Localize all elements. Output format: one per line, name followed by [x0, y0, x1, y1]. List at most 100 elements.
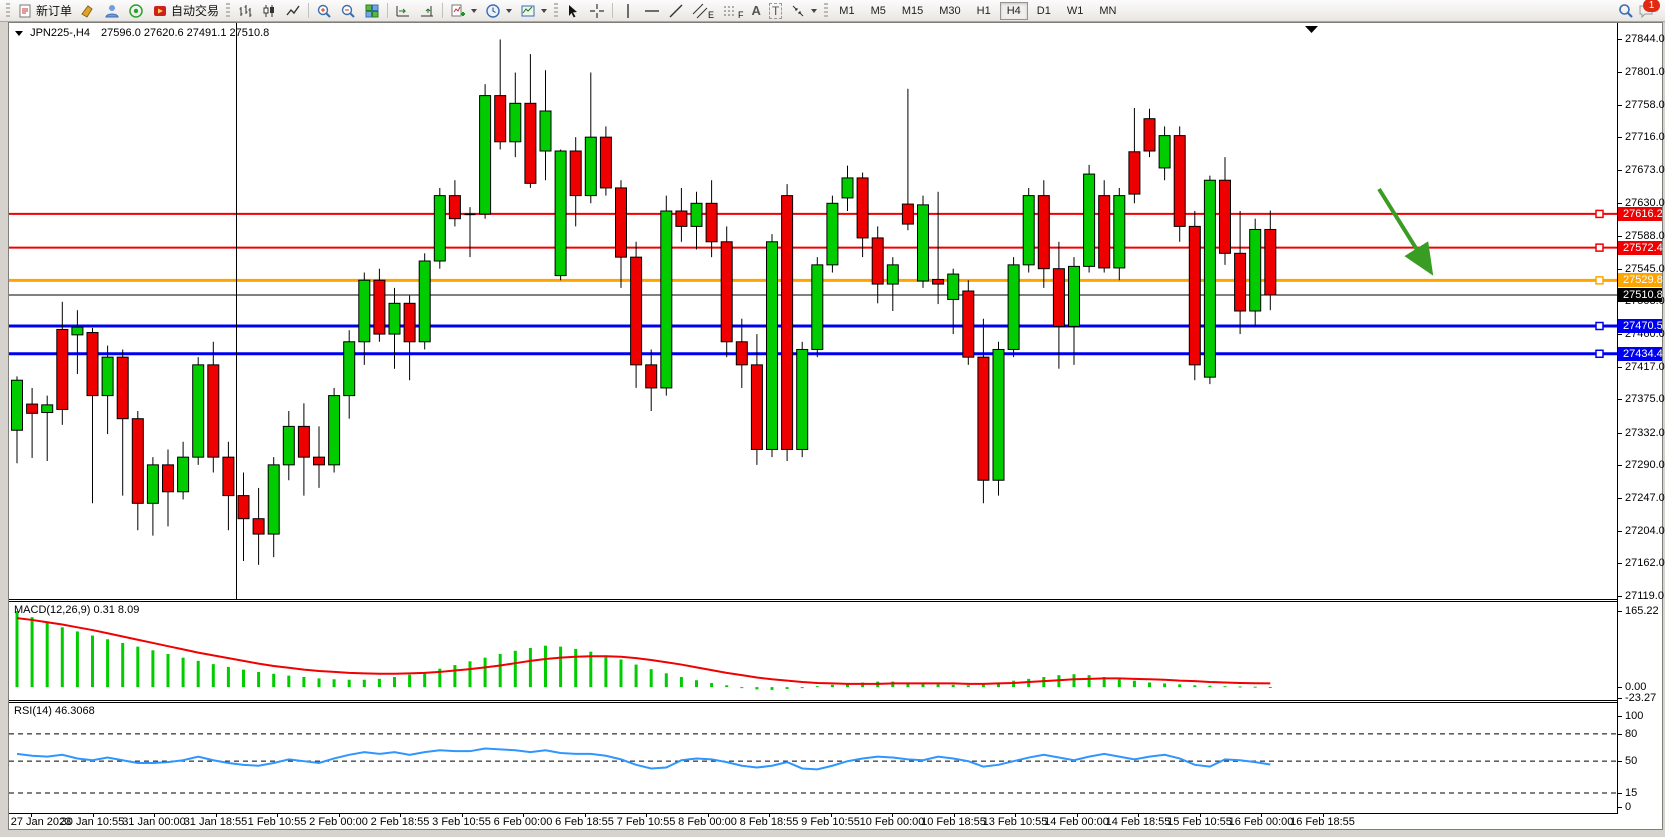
- zoom-in-button[interactable]: [312, 1, 336, 20]
- current-price-badge: 27510.8: [1618, 288, 1662, 302]
- text-tool-icon: A: [752, 3, 761, 18]
- timeframe-D1[interactable]: D1: [1030, 2, 1058, 20]
- time-label: 31 Jan 18:55: [184, 816, 248, 828]
- axis-label: 27673.0: [1625, 164, 1665, 176]
- trendline-icon: [668, 3, 684, 19]
- macd-chart[interactable]: [9, 602, 1617, 700]
- new-order-icon: [17, 3, 33, 19]
- time-label: 14 Feb 18:55: [1106, 816, 1171, 828]
- time-label: 1 Feb 10:55: [248, 816, 307, 828]
- time-label: 6 Feb 18:55: [555, 816, 614, 828]
- time-label: 6 Feb 00:00: [494, 816, 553, 828]
- axis-label: 27204.0: [1625, 525, 1665, 537]
- templates-dropdown-caret[interactable]: [541, 9, 547, 13]
- chart-shift-icon: [419, 3, 435, 19]
- candlestick-icon: [261, 3, 277, 19]
- toolbar-grip[interactable]: [226, 3, 230, 18]
- periods-button[interactable]: [481, 1, 516, 20]
- autotrade-icon: [152, 3, 168, 19]
- axis-label: 165.22: [1625, 605, 1659, 617]
- chart-shift-button[interactable]: [415, 1, 439, 20]
- channel-tool-button[interactable]: E: [688, 1, 718, 20]
- zoom-in-icon: [316, 3, 332, 19]
- zoom-out-button[interactable]: [336, 1, 360, 20]
- new-order-label: 新订单: [36, 2, 72, 19]
- accounts-button[interactable]: [100, 1, 124, 20]
- timeframe-M15[interactable]: M15: [895, 2, 930, 20]
- toolbar-grip[interactable]: [824, 3, 828, 18]
- bar-chart-button[interactable]: [233, 1, 257, 20]
- arrows-tool-button[interactable]: [786, 1, 821, 20]
- template-icon: [520, 3, 536, 19]
- indicators-dropdown-caret[interactable]: [471, 9, 477, 13]
- price-axis[interactable]: 27844.027801.027758.027716.027673.027630…: [1617, 23, 1662, 814]
- text-tool-button[interactable]: A: [748, 1, 765, 20]
- tile-windows-button[interactable]: [360, 1, 384, 20]
- timeframe-H1[interactable]: H1: [970, 2, 998, 20]
- toolbar-grip[interactable]: [554, 3, 558, 18]
- timeframe-W1[interactable]: W1: [1060, 2, 1091, 20]
- crosshair-icon: [589, 3, 605, 19]
- timeframe-M30[interactable]: M30: [932, 2, 967, 20]
- auto-scroll-icon: [395, 3, 411, 19]
- timeframe-H4[interactable]: H4: [1000, 2, 1028, 20]
- candlestick-chart-button[interactable]: [257, 1, 281, 20]
- clock-icon: [485, 3, 501, 19]
- fibonacci-tool-button[interactable]: F: [718, 1, 748, 20]
- notifications-button[interactable]: 1: [1638, 3, 1654, 19]
- templates-button[interactable]: [516, 1, 551, 20]
- label-tool-button[interactable]: T: [765, 1, 786, 20]
- axis-label: 50: [1625, 755, 1637, 767]
- level-price-badge: 27434.4: [1618, 347, 1662, 361]
- indicators-icon: [450, 3, 466, 19]
- toolbar-grip[interactable]: [6, 3, 10, 18]
- horizontal-line-tool-button[interactable]: [640, 1, 664, 20]
- seal-icon: [80, 3, 96, 19]
- price-chart[interactable]: [9, 23, 1617, 599]
- line-chart-button[interactable]: [281, 1, 305, 20]
- time-label: 9 Feb 10:55: [801, 816, 860, 828]
- horizontal-line-icon: [644, 3, 660, 19]
- timeframe-MN[interactable]: MN: [1092, 2, 1123, 20]
- time-label: 8 Feb 18:55: [740, 816, 799, 828]
- chart-collapse-icon[interactable]: [15, 31, 23, 36]
- auto-scroll-button[interactable]: [391, 1, 415, 20]
- trendline-tool-button[interactable]: [664, 1, 688, 20]
- level-price-badge: 27572.4: [1618, 241, 1662, 255]
- crosshair-tool-button[interactable]: [585, 1, 609, 20]
- rsi-chart[interactable]: [9, 703, 1617, 813]
- time-label: 30 Jan 10:55: [61, 816, 125, 828]
- axis-label: 27247.0: [1625, 492, 1665, 504]
- timeframe-M5[interactable]: M5: [864, 2, 893, 20]
- macd-pane[interactable]: [9, 602, 1617, 700]
- notification-badge: 1: [1643, 0, 1660, 12]
- cursor-tool-button[interactable]: [561, 1, 585, 20]
- time-label: 31 Jan 00:00: [122, 816, 186, 828]
- time-label: 14 Feb 00:00: [1044, 816, 1109, 828]
- market-watch-button[interactable]: [76, 1, 100, 20]
- line-chart-icon: [285, 3, 301, 19]
- search-icon[interactable]: [1618, 3, 1634, 19]
- indicators-button[interactable]: [446, 1, 481, 20]
- time-label: 13 Feb 10:55: [983, 816, 1048, 828]
- time-axis[interactable]: 27 Jan 202330 Jan 10:5531 Jan 00:0031 Ja…: [9, 814, 1617, 829]
- vertical-line-tool-button[interactable]: [616, 1, 640, 20]
- label-tool-icon: T: [769, 3, 782, 19]
- signals-button[interactable]: [124, 1, 148, 20]
- axis-label: 27290.0: [1625, 459, 1665, 471]
- axis-label: 27162.0: [1625, 557, 1665, 569]
- autotrade-button[interactable]: 自动交易: [148, 1, 223, 20]
- arrows-dropdown-caret[interactable]: [811, 9, 817, 13]
- periods-dropdown-caret[interactable]: [506, 9, 512, 13]
- new-order-button[interactable]: 新订单: [13, 1, 76, 20]
- main-price-pane[interactable]: [9, 23, 1617, 599]
- axis-label: 27332.0: [1625, 427, 1665, 439]
- rsi-pane[interactable]: [9, 703, 1617, 813]
- signal-icon: [128, 3, 144, 19]
- mt4-terminal: 新订单 自动交易: [0, 0, 1665, 837]
- arrows-tool-icon: [790, 3, 806, 19]
- axis-label: 27801.0: [1625, 66, 1665, 78]
- autotrade-label: 自动交易: [171, 2, 219, 19]
- timeframe-M1[interactable]: M1: [832, 2, 861, 20]
- fibo-letter: F: [738, 10, 744, 20]
